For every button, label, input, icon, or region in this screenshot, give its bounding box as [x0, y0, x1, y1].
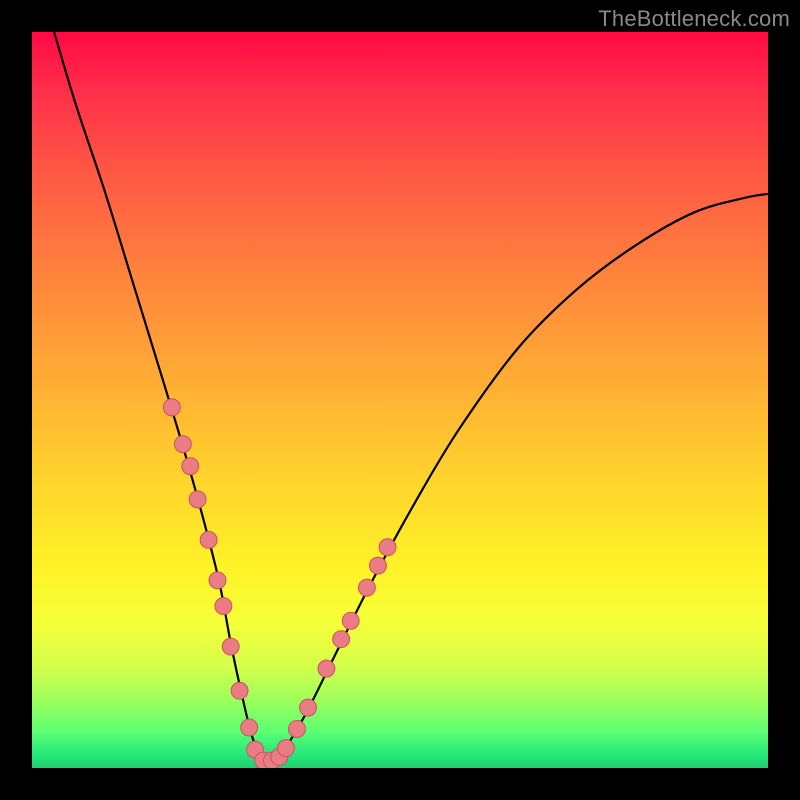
- data-marker: [300, 699, 317, 716]
- data-marker: [209, 572, 226, 589]
- data-marker: [277, 740, 294, 757]
- data-marker: [222, 638, 239, 655]
- chart-frame: TheBottleneck.com: [0, 0, 800, 800]
- data-marker: [318, 660, 335, 677]
- data-marker: [241, 719, 258, 736]
- data-marker: [342, 612, 359, 629]
- data-marker: [379, 539, 396, 556]
- data-marker: [174, 436, 191, 453]
- data-marker: [333, 631, 350, 648]
- data-marker: [369, 557, 386, 574]
- data-marker: [288, 721, 305, 738]
- plot-area: [32, 32, 768, 768]
- data-marker: [358, 579, 375, 596]
- data-marker: [200, 531, 217, 548]
- data-marker: [163, 399, 180, 416]
- data-marker: [215, 598, 232, 615]
- watermark-text: TheBottleneck.com: [598, 6, 790, 32]
- data-markers: [163, 399, 396, 768]
- data-marker: [182, 458, 199, 475]
- chart-svg: [32, 32, 768, 768]
- bottleneck-curve: [54, 32, 768, 763]
- data-marker: [231, 682, 248, 699]
- data-marker: [189, 491, 206, 508]
